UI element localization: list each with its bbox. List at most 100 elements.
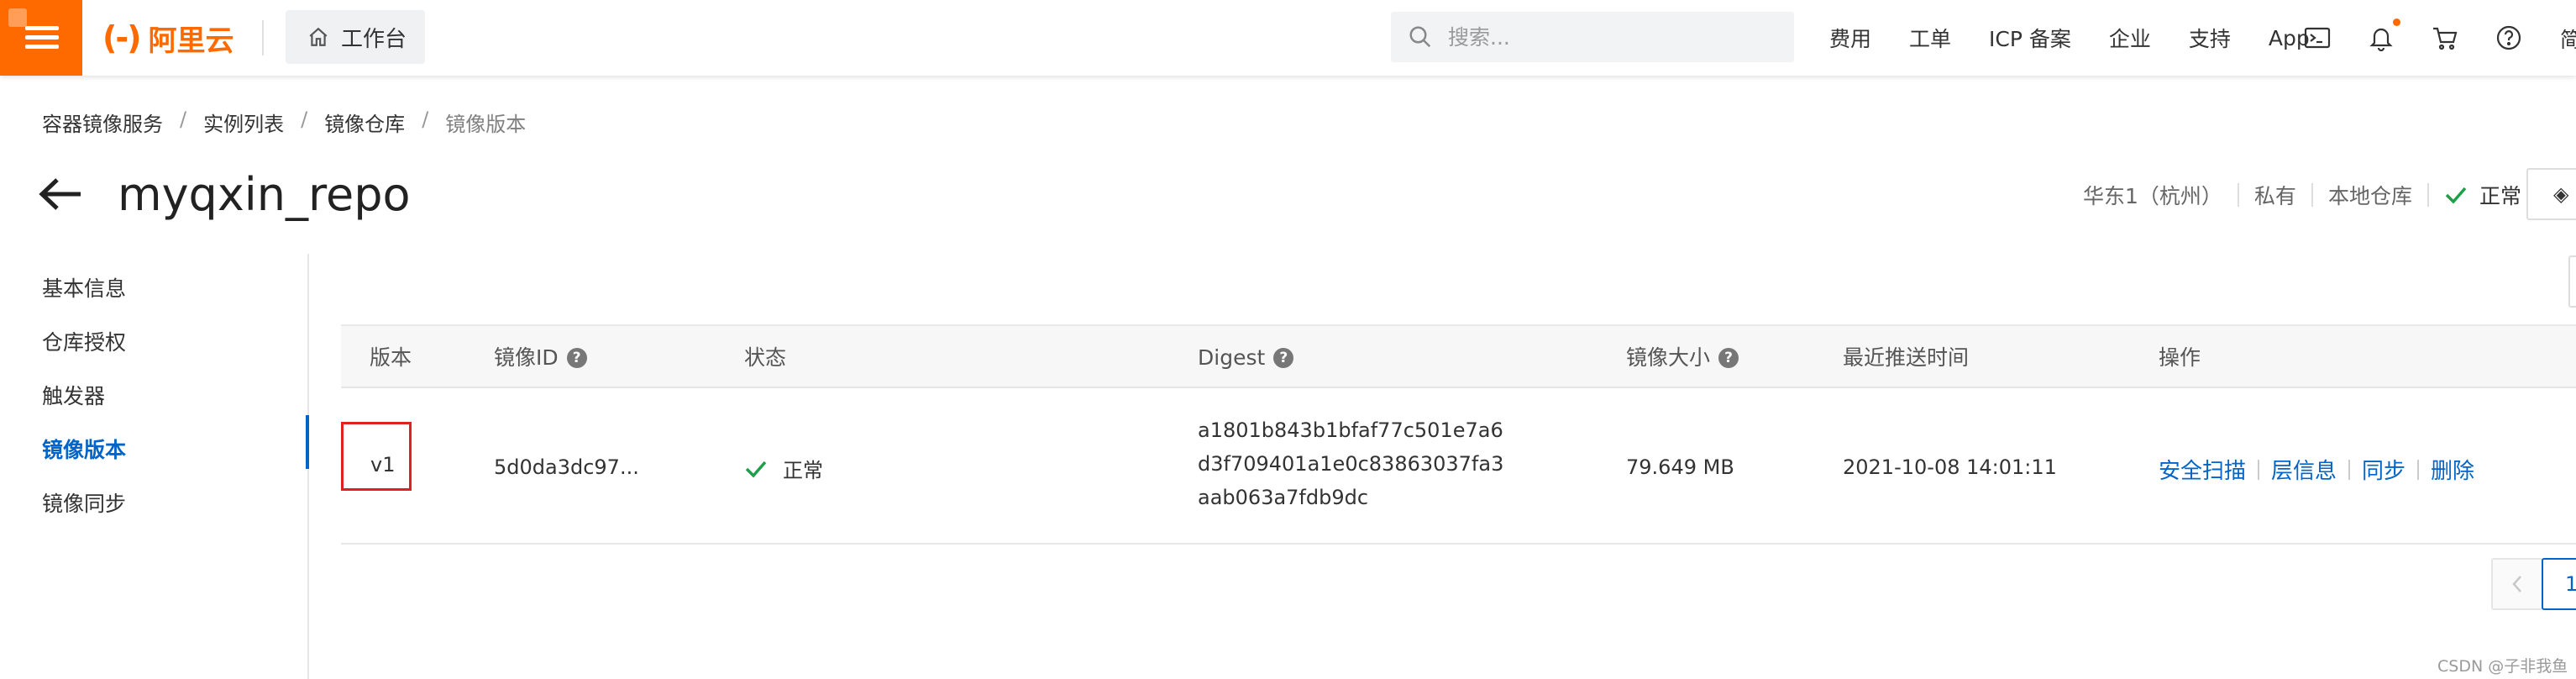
image-id-cell[interactable]: 5d0da3dc97...	[494, 455, 639, 479]
actions-cell: 安全扫描 层信息 同步 删除	[2159, 454, 2474, 485]
workbench-label: 工作台	[341, 26, 407, 52]
status-text: 正常	[783, 459, 823, 482]
nav-fees[interactable]: 费用	[1829, 23, 1871, 53]
column-header-label: Digest	[1198, 345, 1266, 370]
sidebar: 基本信息 仓库授权 触发器 镜像版本 镜像同步	[0, 254, 309, 679]
region-label: 华东1（杭州）	[2083, 184, 2222, 208]
nav-tickets[interactable]: 工单	[1909, 23, 1951, 53]
action-separator	[2417, 459, 2420, 480]
status-cell: 正常	[744, 454, 823, 483]
column-header-pushed-at: 最近推送时间	[1843, 326, 1969, 390]
sidebar-item-basic-info[interactable]: 基本信息	[42, 272, 126, 303]
menu-corner-decoration	[8, 8, 27, 27]
repo-action-button[interactable]: ◈	[2526, 168, 2576, 220]
menu-bar-icon	[25, 45, 59, 49]
sidebar-item-repo-auth[interactable]: 仓库授权	[42, 326, 126, 356]
question-icon[interactable]: ?	[566, 348, 587, 368]
digest-cell: a1801b843b1bfaf77c501e7a6 d3f709401a1e0c…	[1198, 413, 1503, 514]
column-header-label: 操作	[2159, 345, 2201, 370]
toolbar-button-partial[interactable]	[2568, 255, 2576, 308]
version-highlight-box: v1	[341, 422, 412, 491]
security-scan-link[interactable]: 安全扫描	[2159, 454, 2246, 485]
digest-line: a1801b843b1bfaf77c501e7a6	[1198, 418, 1503, 442]
page-title: myqxin_repo	[118, 167, 411, 221]
aliyun-logo[interactable]: (-) 阿里云	[102, 17, 234, 59]
column-header-label: 状态	[744, 345, 787, 370]
pushed-at-cell: 2021-10-08 14:01:11	[1843, 455, 2057, 479]
bell-icon[interactable]	[2367, 18, 2400, 52]
column-header-label: 版本	[370, 345, 412, 370]
question-icon[interactable]: ?	[1718, 348, 1739, 368]
notification-dot	[2393, 18, 2400, 26]
hamburger-menu-button[interactable]	[0, 0, 82, 76]
logo-mark: (-)	[102, 19, 141, 56]
column-header-actions: 操作	[2159, 326, 2201, 390]
back-arrow-icon[interactable]	[39, 177, 82, 211]
top-bar: (-) 阿里云 工作台 费用 工单 ICP 备案 企业 支持 App 简体	[0, 0, 2576, 76]
check-icon	[745, 461, 767, 478]
sync-link[interactable]: 同步	[2362, 454, 2405, 485]
size-cell: 79.649 MB	[1626, 455, 1734, 479]
column-header-digest: Digest ?	[1198, 326, 1294, 390]
question-icon[interactable]: ?	[1273, 348, 1294, 368]
search-input[interactable]	[1448, 24, 1767, 50]
breadcrumb-separator: /	[301, 108, 308, 131]
nav-icp[interactable]: ICP 备案	[1989, 23, 2071, 53]
column-header-image-id: 镜像ID ?	[494, 326, 587, 390]
meta-separator	[2426, 183, 2429, 207]
repo-type-label: 本地仓库	[2327, 184, 2412, 208]
pagination-page-button[interactable]: 1	[2542, 558, 2576, 610]
column-header-status: 状态	[744, 326, 786, 390]
pagination-prev-button[interactable]	[2491, 558, 2543, 610]
table-header: 版本 镜像ID ? 状态 Digest ? 镜像大小 ? 最近推送时间 操作	[341, 324, 2576, 388]
sidebar-item-triggers[interactable]: 触发器	[42, 380, 105, 410]
column-header-size: 镜像大小 ?	[1626, 326, 1739, 390]
repo-meta: 华东1（杭州） 私有 本地仓库 正常	[2083, 180, 2521, 210]
logo-text: 阿里云	[148, 24, 234, 58]
search-icon	[1409, 26, 1431, 48]
workbench-button[interactable]: 工作台	[286, 10, 425, 64]
terminal-icon[interactable]	[2303, 24, 2332, 52]
chevron-left-icon	[2512, 576, 2521, 592]
topbar-divider	[262, 20, 264, 55]
column-header-label: 镜像大小	[1626, 345, 1711, 370]
breadcrumb-item-cr-service[interactable]: 容器镜像服务	[42, 108, 163, 137]
top-icons	[2303, 0, 2523, 76]
meta-separator	[2311, 183, 2313, 207]
search-box[interactable]	[1391, 12, 1794, 62]
column-header-version: 版本	[370, 326, 412, 390]
meta-separator	[2237, 183, 2239, 207]
cart-icon[interactable]	[2431, 24, 2459, 52]
column-header-label: 最近推送时间	[1843, 345, 1970, 370]
menu-bar-icon	[25, 35, 59, 39]
cube-icon: ◈	[2553, 182, 2569, 206]
breadcrumb-separator: /	[422, 108, 429, 131]
breadcrumb: 容器镜像服务 / 实例列表 / 镜像仓库 / 镜像版本	[42, 108, 526, 137]
nav-support[interactable]: 支持	[2189, 23, 2231, 53]
breadcrumb-separator: /	[180, 108, 187, 131]
visibility-label: 私有	[2253, 184, 2296, 208]
digest-line: d3f709401a1e0c83863037fa3	[1198, 452, 1504, 476]
nav-enterprise[interactable]: 企业	[2109, 23, 2151, 53]
sidebar-item-image-versions[interactable]: 镜像版本	[42, 434, 126, 464]
sidebar-item-image-sync[interactable]: 镜像同步	[42, 487, 126, 518]
table-row: v1 5d0da3dc97... 正常 a1801b843b1bfaf77c50…	[341, 388, 2576, 545]
column-header-label: 镜像ID	[494, 345, 559, 370]
breadcrumb-item-instances[interactable]: 实例列表	[203, 108, 284, 137]
repo-status: 正常	[2479, 184, 2521, 208]
version-cell: v1	[370, 453, 396, 476]
breadcrumb-item-repos[interactable]: 镜像仓库	[324, 108, 405, 137]
delete-link[interactable]: 删除	[2431, 454, 2474, 485]
action-separator	[2348, 459, 2351, 480]
help-icon[interactable]	[2495, 24, 2523, 52]
layer-info-link[interactable]: 层信息	[2271, 454, 2337, 485]
language-switch[interactable]: 简体	[2560, 24, 2576, 54]
check-icon	[2445, 187, 2467, 204]
digest-line: aab063a7fdb9dc	[1198, 486, 1369, 509]
page-header: myqxin_repo	[39, 165, 411, 224]
breadcrumb-current: 镜像版本	[445, 113, 527, 136]
home-icon	[309, 27, 328, 46]
action-separator	[2258, 459, 2260, 480]
sidebar-active-indicator	[306, 415, 309, 469]
menu-bar-icon	[25, 26, 59, 30]
